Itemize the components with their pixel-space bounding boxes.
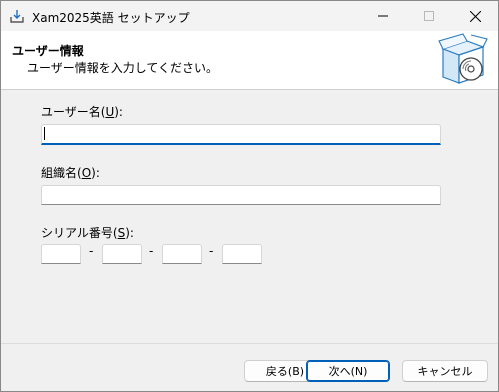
cancel-button[interactable]: キャンセル (402, 360, 488, 382)
window-title: Xam2025英語 セットアップ (32, 11, 190, 25)
serial-separator: - (89, 244, 94, 258)
organization-input[interactable] (41, 185, 441, 205)
banner-subtitle: ユーザー情報を入力してください。 (27, 61, 219, 75)
minimize-icon (378, 15, 388, 17)
maximize-icon (424, 11, 434, 21)
serial-label: シリアル番号(S): (41, 226, 134, 240)
title-bar[interactable]: Xam2025英語 セットアップ (1, 1, 498, 31)
software-box-icon (438, 33, 488, 84)
minimize-button[interactable] (360, 1, 406, 31)
maximize-button[interactable] (406, 1, 452, 31)
serial-separator: - (149, 244, 154, 258)
organization-label: 組織名(O): (41, 166, 100, 180)
serial-part-3-input[interactable] (162, 244, 202, 264)
banner-title: ユーザー情報 (12, 44, 84, 58)
serial-separator: - (209, 244, 214, 258)
next-button[interactable]: 次へ(N) (306, 360, 390, 382)
serial-part-2-input[interactable] (102, 244, 142, 264)
text-caret (44, 127, 45, 140)
serial-part-4-input[interactable] (222, 244, 262, 264)
header-banner: ユーザー情報 ユーザー情報を入力してください。 (1, 31, 498, 90)
installer-icon (10, 10, 24, 23)
serial-part-1-input[interactable] (41, 244, 81, 264)
username-label: ユーザー名(U): (41, 105, 123, 119)
setup-window: Xam2025英語 セットアップ ユーザー情報 ユーザー情報を入力してください。 (0, 0, 499, 392)
username-input[interactable] (41, 124, 441, 145)
footer-divider (1, 343, 498, 344)
close-icon (469, 10, 481, 22)
close-button[interactable] (452, 1, 498, 31)
